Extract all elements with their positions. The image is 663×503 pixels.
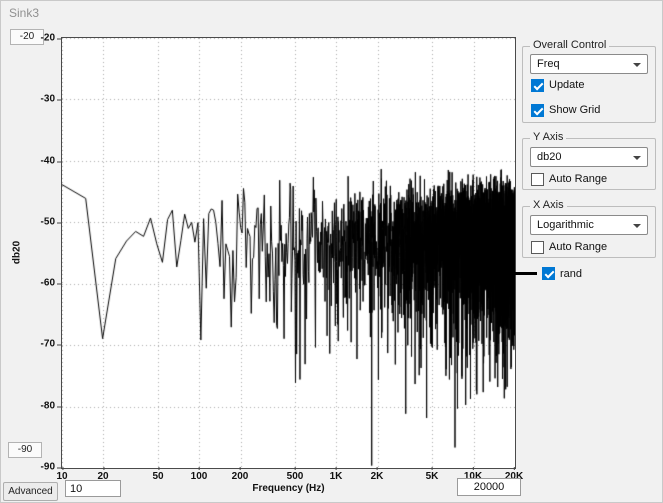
show-grid-checkbox-label: Show Grid: [549, 104, 600, 116]
y-tick-label: -80: [41, 401, 55, 412]
checkbox-icon: [531, 173, 544, 186]
y-auto-range-checkbox-label: Auto Range: [549, 173, 607, 185]
y-tick-label: -90: [41, 462, 55, 473]
group-overall-control: Overall Control Freq Update Show Grid: [522, 46, 656, 123]
x-tick-label: 100: [191, 471, 208, 482]
group-x-axis: X Axis Logarithmic Auto Range: [522, 206, 656, 258]
legend: rand: [515, 266, 582, 281]
spectrum-canvas: [62, 38, 515, 468]
x-axis-ticks: 1020501002005001K2K5K10K20K: [61, 471, 516, 481]
group-y-axis: Y Axis db20 Auto Range: [522, 138, 656, 190]
overall-control-dropdown[interactable]: Freq: [530, 54, 648, 74]
chevron-down-icon: [633, 156, 641, 160]
window-title: Sink3: [9, 6, 39, 20]
x-auto-range-checkbox[interactable]: Auto Range: [531, 240, 607, 254]
update-checkbox-label: Update: [549, 79, 584, 91]
x-tick-label: 2K: [371, 471, 384, 482]
chevron-down-icon: [633, 63, 641, 67]
y-auto-range-checkbox[interactable]: Auto Range: [531, 172, 607, 186]
x-axis-title: Frequency (Hz): [61, 483, 516, 494]
group-caption-overall-control: Overall Control: [530, 39, 609, 51]
chevron-down-icon: [633, 224, 641, 228]
y-tick-label: -50: [41, 217, 55, 228]
y-axis-mode-dropdown-value: db20: [537, 151, 561, 163]
checkbox-icon: [531, 79, 544, 92]
x-auto-range-checkbox-label: Auto Range: [549, 241, 607, 253]
y-tick-label: -30: [41, 94, 55, 105]
x-axis-scale-dropdown[interactable]: Logarithmic: [530, 215, 648, 235]
x-tick-label: 50: [152, 471, 163, 482]
sink3-window: Sink3 -20 -90 db20 -20-30-40-50-60-70-80…: [0, 0, 663, 503]
group-caption-y-axis: Y Axis: [530, 131, 566, 143]
x-tick-label: 500: [287, 471, 304, 482]
checkbox-icon: [531, 104, 544, 117]
checkbox-icon[interactable]: [542, 267, 555, 280]
y-tick-label: -20: [41, 33, 55, 44]
plot-area[interactable]: [61, 37, 516, 469]
y-tick-label: -40: [41, 156, 55, 167]
y-tick-label: -60: [41, 278, 55, 289]
checkbox-icon: [531, 241, 544, 254]
group-caption-x-axis: X Axis: [530, 199, 567, 211]
y-tick-label: -70: [41, 339, 55, 350]
x-tick-label: 5K: [426, 471, 439, 482]
series-line-swatch: [515, 272, 537, 275]
x-tick-label: 200: [232, 471, 249, 482]
y-axis-mode-dropdown[interactable]: db20: [530, 147, 648, 167]
legend-series-label: rand: [560, 268, 582, 280]
update-checkbox[interactable]: Update: [531, 78, 584, 92]
x-min-input[interactable]: [65, 480, 121, 497]
show-grid-checkbox[interactable]: Show Grid: [531, 103, 600, 117]
x-max-input[interactable]: [457, 478, 521, 496]
y-axis-ticks: -20-30-40-50-60-70-80-90: [15, 37, 57, 469]
x-axis-scale-dropdown-value: Logarithmic: [537, 219, 594, 231]
x-tick-label: 1K: [330, 471, 343, 482]
overall-control-dropdown-value: Freq: [537, 58, 560, 70]
advanced-button[interactable]: Advanced: [3, 482, 58, 501]
